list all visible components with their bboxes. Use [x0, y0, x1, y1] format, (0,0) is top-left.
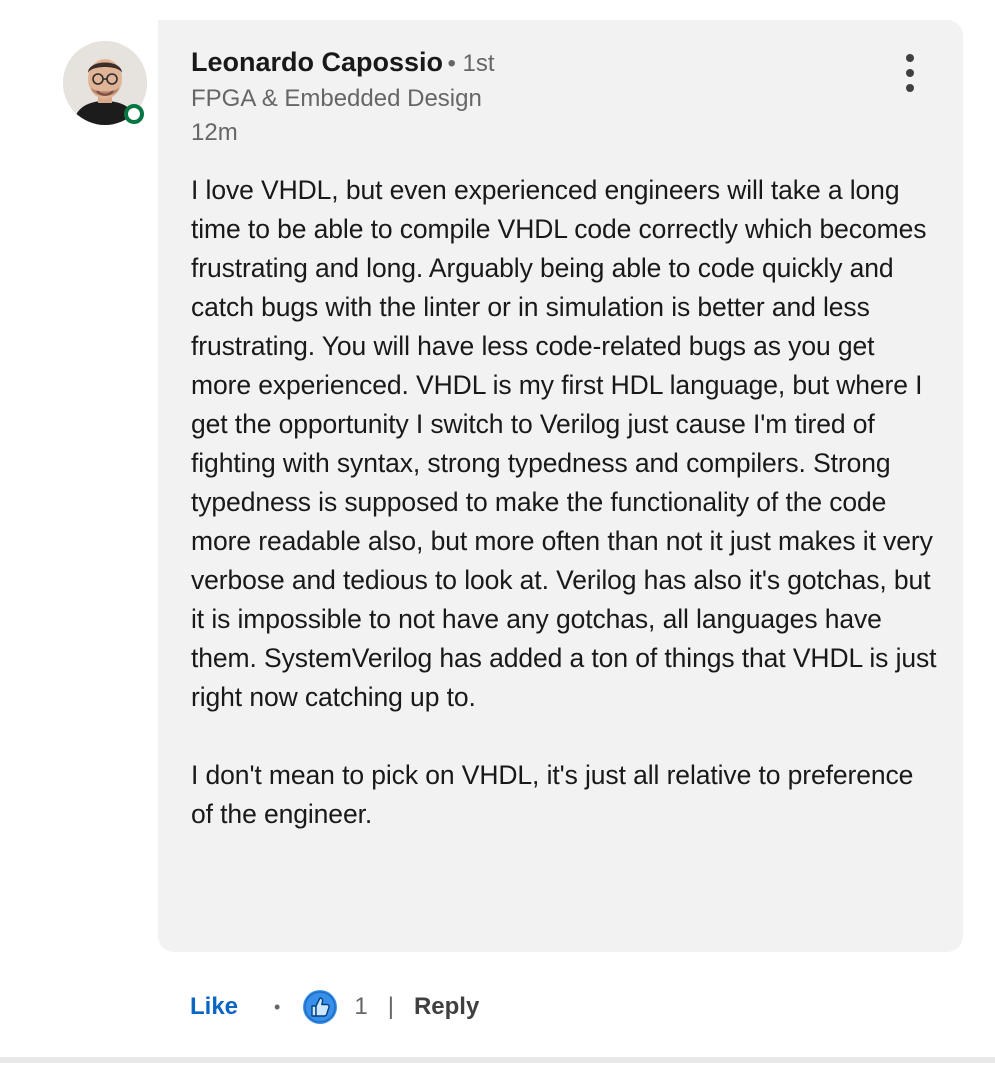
comment-actions: Like • 1 | Reply	[190, 986, 479, 1028]
action-divider: |	[387, 993, 394, 1020]
connection-degree: • 1st	[447, 50, 495, 77]
action-separator-dot: •	[274, 996, 281, 1017]
reaction-count[interactable]: 1	[354, 993, 367, 1021]
online-status-icon	[124, 104, 144, 124]
comment-text: I love VHDL, but even experienced engine…	[191, 171, 941, 834]
author-line: Leonardo Capossio • 1st	[191, 44, 495, 85]
author-headline: FPGA & Embedded Design	[191, 85, 482, 112]
section-divider	[0, 1057, 995, 1063]
comment-paragraph: I don't mean to pick on VHDL, it's just …	[191, 760, 914, 829]
comment-timestamp: 12m	[191, 119, 238, 146]
vertical-ellipsis-icon	[906, 54, 914, 62]
thumbs-up-icon[interactable]	[302, 989, 338, 1025]
like-button[interactable]: Like	[190, 993, 238, 1021]
author-name[interactable]: Leonardo Capossio	[191, 47, 443, 77]
comment-paragraph: I love VHDL, but even experienced engine…	[191, 175, 937, 712]
more-options-button[interactable]	[892, 50, 928, 96]
reply-button[interactable]: Reply	[414, 993, 479, 1021]
